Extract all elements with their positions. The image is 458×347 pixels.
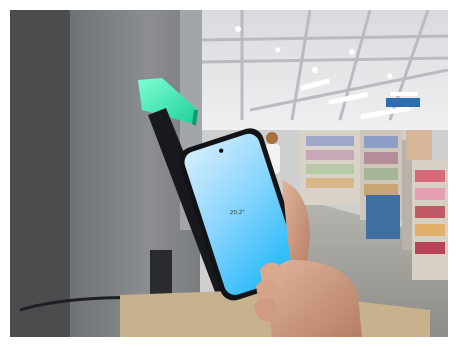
store-scene: [10, 10, 448, 337]
ceiling: [190, 10, 448, 130]
left-wall: [10, 10, 78, 337]
photo-frame: 20,2°: [10, 10, 448, 337]
phone-screen-text: 20,2°: [229, 209, 246, 217]
aisle-sign: [386, 98, 420, 107]
